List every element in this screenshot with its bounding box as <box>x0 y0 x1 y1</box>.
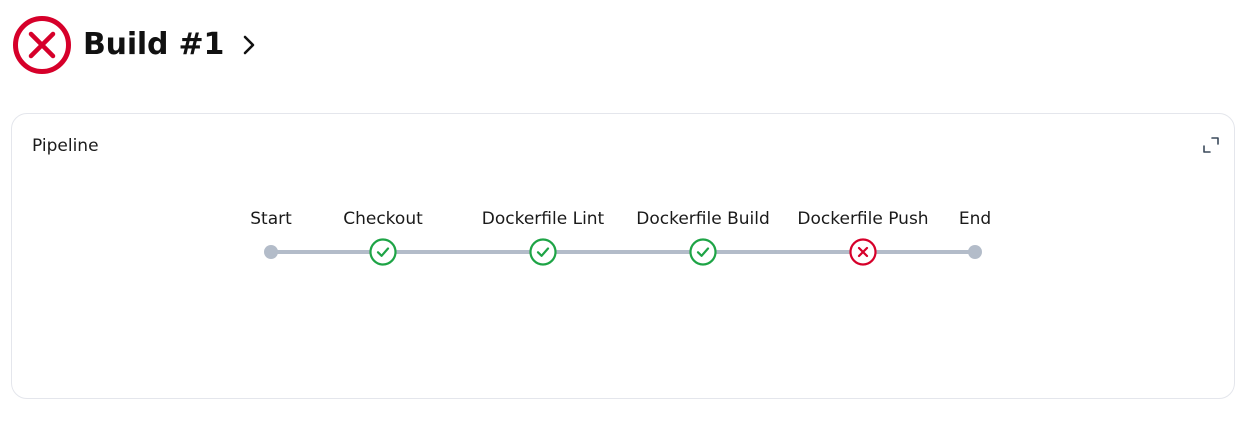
stage-label-dockerfile-lint: Dockerfile Lint <box>481 209 605 229</box>
stage-label-dockerfile-build: Dockerfile Build <box>636 209 770 229</box>
start-node <box>264 245 278 259</box>
stage-checkout-success-icon[interactable] <box>369 238 397 266</box>
pipeline-graph: Start Checkout Dockerfile Lint Dockerfil… <box>12 114 1234 398</box>
stage-dockerfile-build-success-icon[interactable] <box>689 238 717 266</box>
stage-label-dockerfile-push: Dockerfile Push <box>797 209 929 229</box>
failed-x-circle-icon <box>13 16 71 74</box>
end-node <box>968 245 982 259</box>
stage-label-start: Start <box>250 209 292 229</box>
chevron-right-icon[interactable] <box>238 34 260 56</box>
stage-dockerfile-push-failed-icon[interactable] <box>849 238 877 266</box>
page-title: Build #1 <box>83 27 225 62</box>
pipeline-card: Pipeline Start Checkout Dockerfile Lint … <box>11 113 1235 399</box>
build-header: Build #1 <box>12 15 260 75</box>
stage-label-checkout: Checkout <box>343 209 423 229</box>
stage-label-end: End <box>958 209 992 229</box>
stage-dockerfile-lint-success-icon[interactable] <box>529 238 557 266</box>
